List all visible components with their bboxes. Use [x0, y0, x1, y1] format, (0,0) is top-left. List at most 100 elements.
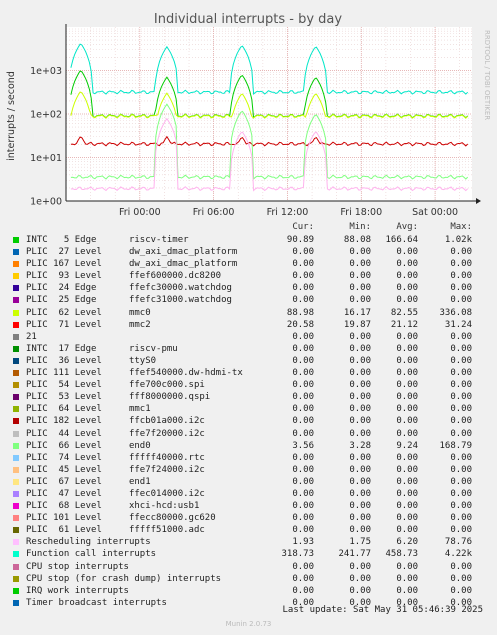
legend-cur-value: 0.00 — [292, 428, 314, 439]
legend-swatch — [13, 442, 19, 449]
legend-swatch — [13, 406, 19, 413]
legend-avg-value: 0.00 — [396, 283, 418, 294]
legend-label: 21 — [26, 331, 37, 342]
y-tick-label: 1e+03 — [30, 66, 62, 77]
legend-label: Timer broadcast interrupts — [26, 597, 167, 608]
legend-label: INTC 5 Edge riscv-timer — [26, 235, 189, 245]
legend-avg-value: 0.00 — [396, 271, 418, 282]
legend-avg-value: 458.73 — [385, 549, 418, 560]
legend-swatch — [13, 575, 19, 582]
legend-row: INTC 5 Edge riscv-timer 90.89 88.08 166.64 1… — [0, 234, 497, 246]
legend-max-value: 336.08 — [439, 307, 472, 318]
legend-row: PLIC 111 Level ffef540000.dw-hdmi-tx 0.00… — [0, 367, 497, 379]
legend-avg-value: 9.24 — [396, 440, 418, 451]
legend-cur-value: 0.00 — [292, 259, 314, 270]
legend-cur-value: 0.00 — [292, 331, 314, 342]
legend-label: PLIC 167 Level dw_axi_dmac_platform — [26, 259, 238, 270]
legend-avg-value: 82.55 — [390, 307, 418, 318]
legend-cur-value: 0.00 — [292, 283, 314, 294]
legend-cur-value: 0.00 — [292, 392, 314, 403]
legend-max-value: 168.79 — [439, 440, 472, 451]
legend-avg-value: 0.00 — [396, 259, 418, 270]
legend-row: PLIC 24 Edge ffefc30000.watchdog 0.00 0.00… — [0, 282, 497, 294]
legend-row: PLIC 44 Level ffe7f20000.i2c 0.00 0.00 0.00… — [0, 428, 497, 440]
legend-swatch — [13, 382, 19, 389]
legend-header: Cur: Min: Avg: Max: — [0, 222, 497, 234]
legend-label: PLIC 24 Edge ffefc30000.watchdog — [26, 283, 232, 294]
legend-label: CPU stop (for crash dump) interrupts — [26, 573, 222, 584]
legend-row: PLIC 61 Level fffff51000.adc 0.00 0.00 0.00… — [0, 524, 497, 536]
legend-label: PLIC 61 Level fffff51000.adc — [26, 525, 205, 536]
legend-cur-value: 0.00 — [292, 561, 314, 572]
legend-cur-value: 0.00 — [292, 585, 314, 596]
legend-swatch — [13, 321, 19, 328]
legend-label: PLIC 68 Level xhci-hcd:usb1 — [26, 501, 200, 512]
legend-label: PLIC 27 Level dw_axi_dmac_platform — [26, 247, 238, 258]
legend-label: PLIC 47 Level ffec014000.i2c — [26, 488, 205, 499]
x-axis-arrow — [476, 198, 481, 204]
legend-label: PLIC 36 Level ttyS0 — [26, 355, 157, 366]
legend-cur-value: 0.00 — [292, 416, 314, 427]
legend-row: PLIC 25 Edge ffefc31000.watchdog 0.00 0.00… — [0, 294, 497, 306]
legend-label: Rescheduling interrupts — [26, 537, 151, 548]
legend-max-value: 0.00 — [450, 295, 472, 306]
legend-cur-value: 0.00 — [292, 452, 314, 463]
legend-label: Function call interrupts — [26, 549, 157, 560]
legend-avg-value: 0.00 — [396, 404, 418, 415]
legend-swatch — [13, 309, 19, 316]
legend-avg-value: 0.00 — [396, 573, 418, 584]
y-tick-label: 1e+00 — [30, 197, 62, 208]
legend-label: PLIC 67 Level end1 — [26, 476, 151, 487]
legend-label: PLIC 101 Level ffecc80000.gc620 — [26, 513, 216, 524]
legend-avg-value: 0.00 — [396, 416, 418, 427]
legend-row: Rescheduling interrupts 1.93 1.75 6.20 78.76 — [0, 536, 497, 548]
legend-avg-value: 0.00 — [396, 247, 418, 258]
legend-avg-value: 0.00 — [396, 476, 418, 487]
legend-cur-value: 318.73 — [281, 549, 314, 560]
legend-cur-value: 0.00 — [292, 368, 314, 379]
legend-row: CPU stop interrupts 0.00 0.00 0.00 0.00 — [0, 561, 497, 573]
legend-swatch — [13, 466, 19, 473]
legend-max-value: 1.02k — [444, 235, 472, 245]
legend-swatch — [13, 345, 19, 352]
legend-row: PLIC 54 Level ffe700c000.spi 0.00 0.00 0.00… — [0, 379, 497, 391]
legend-swatch — [13, 418, 19, 425]
legend-cur-value: 0.00 — [292, 464, 314, 475]
legend-label: PLIC 25 Edge ffefc31000.watchdog — [26, 295, 232, 306]
legend-row: 21 0.00 0.00 0.00 0.00 — [0, 331, 497, 343]
legend-swatch — [13, 454, 19, 461]
legend-cur-value: 0.00 — [292, 380, 314, 391]
legend-avg-value: 0.00 — [396, 355, 418, 366]
legend-avg-value: 166.64 — [385, 235, 418, 245]
legend-avg-value: 0.00 — [396, 452, 418, 463]
legend-cur-value: 0.00 — [292, 476, 314, 487]
legend-cur-value: 0.00 — [292, 513, 314, 524]
legend-max-value: 0.00 — [450, 416, 472, 427]
legend-label: CPU stop interrupts — [26, 561, 129, 572]
legend-row: Function call interrupts 318.73 241.77 458.… — [0, 548, 497, 560]
legend-max-value: 0.00 — [450, 404, 472, 415]
legend-max-value: 0.00 — [450, 331, 472, 342]
legend-max-value: 0.00 — [450, 343, 472, 354]
legend-row: PLIC 27 Level dw_axi_dmac_platform 0.00 0.… — [0, 246, 497, 258]
legend-avg-value: 0.00 — [396, 343, 418, 354]
legend-avg-value: 0.00 — [396, 428, 418, 439]
legend-label: INTC 17 Edge riscv-pmu — [26, 343, 178, 354]
legend-swatch — [13, 503, 19, 510]
legend-max-value: 0.00 — [450, 476, 472, 487]
legend-max-value: 0.00 — [450, 513, 472, 524]
y-tick-label: 1e+02 — [30, 110, 62, 121]
legend-max-value: 0.00 — [450, 585, 472, 596]
legend-swatch — [13, 297, 19, 304]
legend-label: PLIC 182 Level ffcb01a000.i2c — [26, 416, 205, 427]
legend-label: PLIC 62 Level mmc0 — [26, 307, 151, 318]
munin-version: Munin 2.0.73 — [225, 620, 272, 628]
legend-cur-value: 0.00 — [292, 355, 314, 366]
legend-label: PLIC 93 Level ffef600000.dc8200 — [26, 271, 222, 282]
legend-swatch — [13, 527, 19, 534]
chart-title: Individual interrupts - by day — [154, 12, 342, 27]
legend-row: PLIC 64 Level mmc1 0.00 0.00 0.00 0.00 — [0, 403, 497, 415]
legend-cur-value: 0.00 — [292, 501, 314, 512]
legend-label: PLIC 66 Level end0 — [26, 440, 151, 451]
legend-label: PLIC 45 Level ffe7f24000.i2c — [26, 464, 205, 475]
